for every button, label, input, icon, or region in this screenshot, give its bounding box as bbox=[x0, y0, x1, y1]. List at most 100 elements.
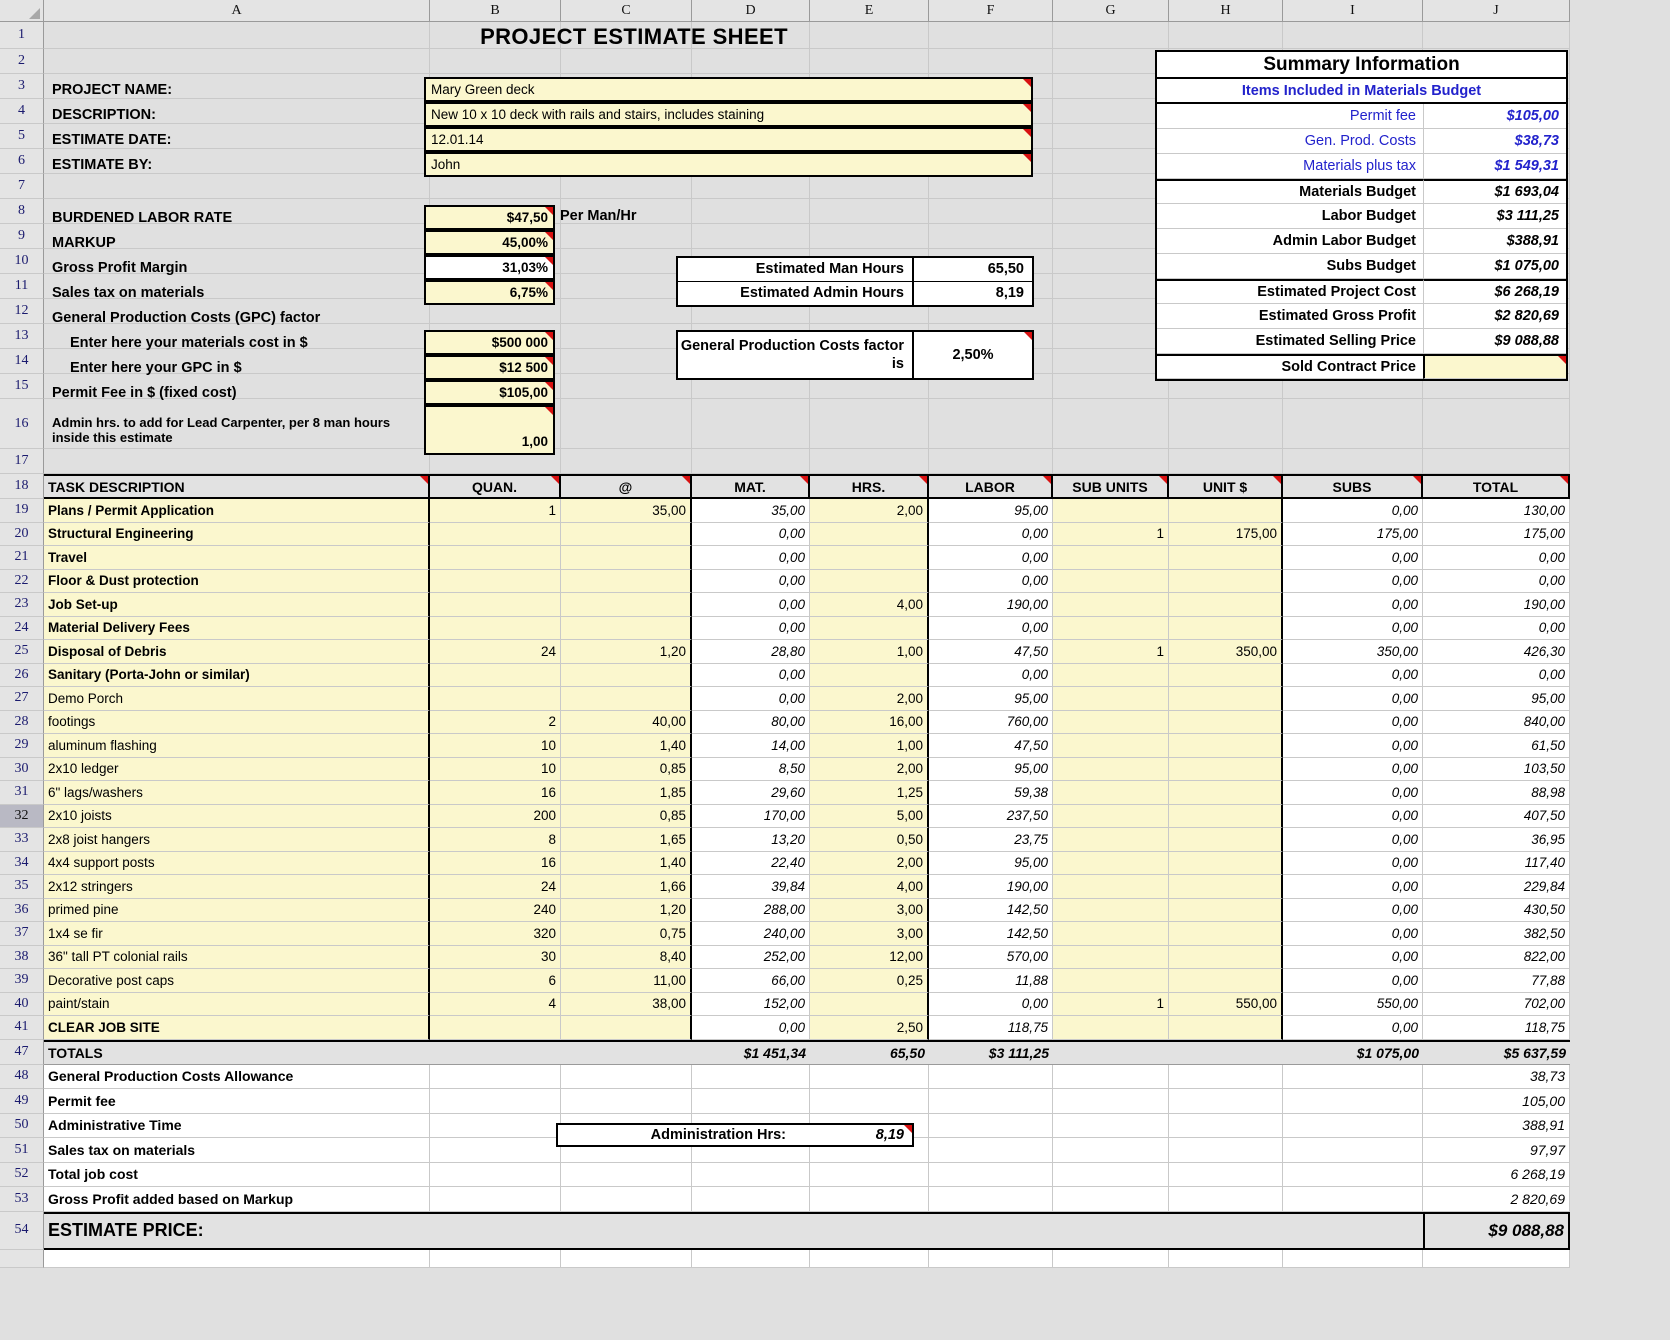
cell-F25[interactable]: 47,50 bbox=[929, 640, 1053, 664]
footer-f-52[interactable] bbox=[929, 1163, 1053, 1188]
footer-e-48[interactable] bbox=[810, 1065, 929, 1090]
cell-F39[interactable]: 11,88 bbox=[929, 969, 1053, 993]
cell-F23[interactable]: 190,00 bbox=[929, 593, 1053, 617]
row-header-32[interactable]: 32 bbox=[0, 805, 44, 829]
cell-I23[interactable]: 0,00 bbox=[1283, 593, 1423, 617]
cell-J39[interactable]: 77,88 bbox=[1423, 969, 1570, 993]
cell-A31[interactable]: 6" lags/washers bbox=[44, 781, 430, 805]
row-header-49[interactable]: 49 bbox=[0, 1089, 44, 1114]
cell-D23[interactable]: 0,00 bbox=[692, 593, 810, 617]
cell-F33[interactable]: 23,75 bbox=[929, 828, 1053, 852]
cell-J27[interactable]: 95,00 bbox=[1423, 687, 1570, 711]
row-header-14[interactable]: 14 bbox=[0, 349, 44, 374]
cell-A34[interactable]: 4x4 support posts bbox=[44, 852, 430, 876]
column-header-d[interactable]: D bbox=[692, 0, 810, 22]
row-header-28[interactable]: 28 bbox=[0, 711, 44, 735]
cell-D2[interactable] bbox=[692, 49, 810, 74]
cell-G27[interactable] bbox=[1053, 687, 1169, 711]
cell-E19[interactable]: 2,00 bbox=[810, 499, 929, 523]
cell-G6[interactable] bbox=[1053, 149, 1169, 174]
row-header-47[interactable]: 47 bbox=[0, 1040, 44, 1065]
row-header-24[interactable]: 24 bbox=[0, 617, 44, 641]
column-header-j[interactable]: J bbox=[1423, 0, 1570, 22]
cell-H32[interactable] bbox=[1169, 805, 1283, 829]
cell-H19[interactable] bbox=[1169, 499, 1283, 523]
cell-C7[interactable] bbox=[561, 174, 692, 199]
cell-J26[interactable]: 0,00 bbox=[1423, 664, 1570, 688]
cell-D19[interactable]: 35,00 bbox=[692, 499, 810, 523]
cell-F16[interactable] bbox=[929, 399, 1053, 449]
footer-c-48[interactable] bbox=[561, 1065, 692, 1090]
cell-G37[interactable] bbox=[1053, 922, 1169, 946]
cell-C24[interactable] bbox=[561, 617, 692, 641]
cell-E16[interactable] bbox=[810, 399, 929, 449]
cell-A2[interactable] bbox=[44, 49, 430, 74]
cell-C25[interactable]: 1,20 bbox=[561, 640, 692, 664]
cell-J38[interactable]: 822,00 bbox=[1423, 946, 1570, 970]
footer-i-52[interactable] bbox=[1283, 1163, 1423, 1188]
footer-b-48[interactable] bbox=[430, 1065, 561, 1090]
cell-A37[interactable]: 1x4 se fir bbox=[44, 922, 430, 946]
cell-D35[interactable]: 39,84 bbox=[692, 875, 810, 899]
cell-A7[interactable] bbox=[44, 174, 430, 199]
cell-I32[interactable]: 0,00 bbox=[1283, 805, 1423, 829]
footer-g-50[interactable] bbox=[1053, 1114, 1169, 1139]
footer-b-51[interactable] bbox=[430, 1138, 561, 1163]
cell-H33[interactable] bbox=[1169, 828, 1283, 852]
cell-J21[interactable]: 0,00 bbox=[1423, 546, 1570, 570]
cell-C20[interactable] bbox=[561, 523, 692, 547]
cell-G11[interactable] bbox=[1053, 274, 1169, 299]
estimate-price-cell-D[interactable] bbox=[692, 1212, 810, 1250]
cell-C10[interactable] bbox=[561, 249, 692, 274]
cell-E28[interactable]: 16,00 bbox=[810, 711, 929, 735]
cell-B26[interactable] bbox=[430, 664, 561, 688]
cell-D32[interactable]: 170,00 bbox=[692, 805, 810, 829]
cell-E36[interactable]: 3,00 bbox=[810, 899, 929, 923]
cell-B29[interactable]: 10 bbox=[430, 734, 561, 758]
row-header-25[interactable]: 25 bbox=[0, 640, 44, 664]
cell-E29[interactable]: 1,00 bbox=[810, 734, 929, 758]
cell-E2[interactable] bbox=[810, 49, 929, 74]
cell-G2[interactable] bbox=[1053, 49, 1169, 74]
cell-G28[interactable] bbox=[1053, 711, 1169, 735]
cell-A39[interactable]: Decorative post caps bbox=[44, 969, 430, 993]
footer-h-51[interactable] bbox=[1169, 1138, 1283, 1163]
estimate-price-label[interactable]: ESTIMATE PRICE: bbox=[44, 1212, 430, 1250]
cell-A28[interactable]: footings bbox=[44, 711, 430, 735]
row-header-21[interactable]: 21 bbox=[0, 546, 44, 570]
cell-E17[interactable] bbox=[810, 449, 929, 474]
row-header-8[interactable]: 8 bbox=[0, 199, 44, 224]
row-header-7[interactable]: 7 bbox=[0, 174, 44, 199]
cell-J24[interactable]: 0,00 bbox=[1423, 617, 1570, 641]
cell-B36[interactable]: 240 bbox=[430, 899, 561, 923]
cell-E35[interactable]: 4,00 bbox=[810, 875, 929, 899]
row-header-50[interactable]: 50 bbox=[0, 1114, 44, 1139]
footer-value-50[interactable]: 388,91 bbox=[1423, 1114, 1570, 1139]
cell-C11[interactable] bbox=[561, 274, 692, 299]
cell-J35[interactable]: 229,84 bbox=[1423, 875, 1570, 899]
table-header-unit-dollar[interactable]: UNIT $ bbox=[1169, 474, 1283, 499]
footer-c-52[interactable] bbox=[561, 1163, 692, 1188]
cell-J17[interactable] bbox=[1423, 449, 1570, 474]
footer-e-52[interactable] bbox=[810, 1163, 929, 1188]
cell-B30[interactable]: 10 bbox=[430, 758, 561, 782]
cell-E25[interactable]: 1,00 bbox=[810, 640, 929, 664]
cell-B37[interactable]: 320 bbox=[430, 922, 561, 946]
cell-A33[interactable]: 2x8 joist hangers bbox=[44, 828, 430, 852]
cell-G23[interactable] bbox=[1053, 593, 1169, 617]
cell-C32[interactable]: 0,85 bbox=[561, 805, 692, 829]
cell-C12[interactable] bbox=[561, 299, 692, 324]
footer-label-50[interactable]: Administrative Time bbox=[44, 1114, 430, 1139]
cell-F17[interactable] bbox=[929, 449, 1053, 474]
cell-H41[interactable] bbox=[1169, 1016, 1283, 1040]
footer-f-48[interactable] bbox=[929, 1065, 1053, 1090]
footer-i-48[interactable] bbox=[1283, 1065, 1423, 1090]
estimate-price-cell-H[interactable] bbox=[1169, 1212, 1283, 1250]
cell-A24[interactable]: Material Delivery Fees bbox=[44, 617, 430, 641]
cell-H20[interactable]: 175,00 bbox=[1169, 523, 1283, 547]
cell-E21[interactable] bbox=[810, 546, 929, 570]
footer-g-49[interactable] bbox=[1053, 1089, 1169, 1114]
select-all-corner[interactable] bbox=[0, 0, 44, 22]
cell-A22[interactable]: Floor & Dust protection bbox=[44, 570, 430, 594]
input-permit-fee[interactable]: $105,00 bbox=[424, 380, 555, 405]
